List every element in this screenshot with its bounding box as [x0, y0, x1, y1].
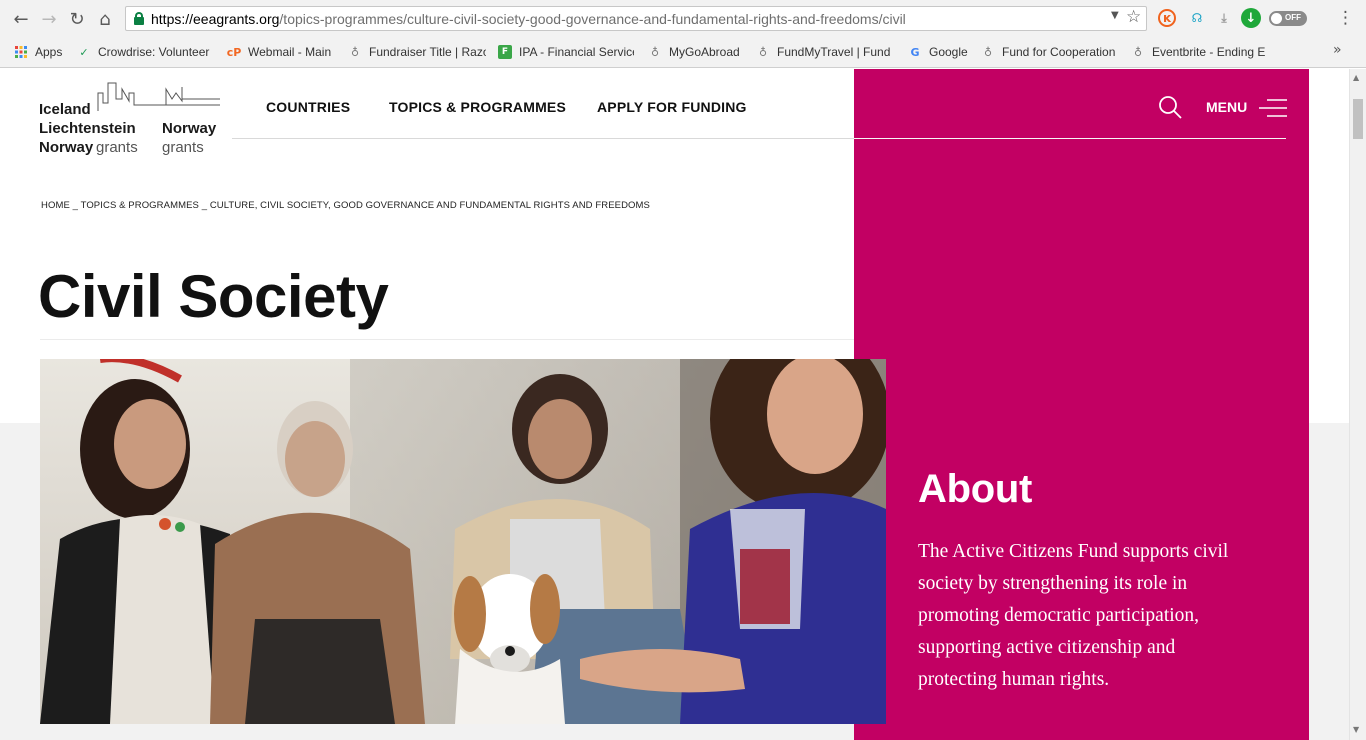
back-arrow-icon[interactable]: ←	[10, 8, 32, 30]
breadcrumb[interactable]: HOME _ TOPICS & PROGRAMMES _ CULTURE, CI…	[41, 200, 650, 211]
nav-divider-light	[854, 138, 1286, 139]
title-divider	[40, 339, 854, 340]
hero-photo-people-with-dog	[40, 359, 886, 724]
bookmark-label: Fund for Cooperation	[1002, 45, 1116, 59]
bookmark-label: FundMyTravel | Fund	[777, 45, 891, 59]
url-path: /topics-programmes/culture-civil-society…	[279, 11, 906, 27]
bookmark-apps[interactable]: Apps	[14, 44, 74, 60]
bookmark-fundmytravel[interactable]: ♁ FundMyTravel | Fund	[756, 44, 894, 60]
bookmark-label: Fundraiser Title | Razoo	[369, 45, 486, 59]
bookmark-globe-icon: ♁	[1133, 45, 1143, 59]
bookmark-globe-icon: ♁	[983, 45, 993, 59]
secure-lock-icon	[134, 12, 144, 25]
page-scrollbar[interactable]: ▲ ▼	[1349, 69, 1366, 740]
bookmark-mygoabroad[interactable]: ♁ MyGoAbroad	[648, 44, 748, 60]
web-page: Iceland Liechtenstein Norway grants Norw…	[0, 69, 1349, 740]
scroll-up-arrow-icon[interactable]: ▲	[1353, 73, 1359, 82]
url-host: https://eeagrants.org	[151, 11, 280, 27]
green-download-icon[interactable]: ↓	[1241, 8, 1261, 28]
logo-norway-right: Norway	[162, 120, 217, 137]
forward-arrow-icon[interactable]: →	[38, 8, 60, 30]
bookmark-star-icon[interactable]: ☆	[1126, 7, 1141, 27]
nav-apply-for-funding[interactable]: APPLY FOR FUNDING	[597, 99, 747, 115]
apps-grid-icon	[14, 45, 28, 59]
bookmark-label: Crowdrise: Volunteer	[98, 45, 210, 59]
bookmark-label: MyGoAbroad	[669, 45, 740, 59]
scrollbar-thumb[interactable]	[1353, 99, 1363, 139]
bookmark-label: Google	[929, 45, 968, 59]
bookmark-label: Eventbrite - Ending E	[1152, 45, 1266, 59]
bookmark-globe-icon: ♁	[650, 45, 660, 59]
reload-icon[interactable]: ↻	[66, 8, 88, 30]
home-icon[interactable]: ⌂	[94, 8, 116, 30]
bookmark-webmail[interactable]: cP Webmail - Main	[227, 44, 339, 60]
bookmark-label: Webmail - Main	[248, 45, 332, 59]
page-title: Civil Society	[38, 263, 389, 330]
google-icon: G	[910, 45, 920, 59]
skyline-logo-icon	[97, 82, 220, 111]
omnibox-dropdown-icon[interactable]: ▼	[1111, 10, 1119, 21]
nav-topics-programmes[interactable]: TOPICS & PROGRAMMES	[389, 99, 566, 115]
bookmark-globe-icon: ♁	[758, 45, 768, 59]
bookmark-label: IPA - Financial Services	[519, 45, 634, 59]
bookmarks-bar: Apps ✓ Crowdrise: Volunteer cP Webmail -…	[0, 37, 1366, 68]
download-icon[interactable]: ⤓	[1214, 8, 1234, 28]
site-logo[interactable]: Iceland Liechtenstein Norway grants Norw…	[38, 79, 223, 159]
about-heading: About	[918, 467, 1033, 511]
address-bar[interactable]: https://eeagrants.org/topics-programmes/…	[125, 6, 1147, 31]
bookmark-ipa[interactable]: F IPA - Financial Services	[498, 44, 634, 60]
bookmark-fund-cooperation[interactable]: ♁ Fund for Cooperation	[981, 44, 1119, 60]
nav-countries[interactable]: COUNTRIES	[266, 99, 350, 115]
logo-grants: grants	[96, 139, 138, 156]
scroll-down-arrow-icon[interactable]: ▼	[1353, 725, 1359, 734]
hamburger-menu-icon[interactable]	[1259, 98, 1287, 118]
browser-menu-icon[interactable]: ⋮	[1337, 8, 1354, 28]
extension-orange-icon[interactable]: ĸ	[1158, 9, 1176, 27]
logo-iceland: Iceland	[39, 101, 91, 118]
extension-toggle[interactable]: OFF	[1269, 11, 1307, 26]
bookmark-crowdrise[interactable]: ✓ Crowdrise: Volunteer	[77, 44, 213, 60]
bookmark-google[interactable]: G Google	[908, 44, 972, 60]
search-icon[interactable]	[1158, 95, 1182, 119]
logo-liechtenstein: Liechtenstein	[39, 120, 136, 137]
bookmark-globe-icon: ♁	[350, 45, 360, 59]
webmail-icon: cP	[227, 45, 242, 59]
bookmark-razoo[interactable]: ♁ Fundraiser Title | Razoo	[348, 44, 486, 60]
crowdrise-icon: ✓	[79, 45, 89, 59]
bookmark-eventbrite[interactable]: ♁ Eventbrite - Ending E	[1131, 44, 1269, 60]
ipa-icon: F	[498, 45, 512, 59]
logo-grants-right: grants	[162, 139, 204, 156]
menu-button[interactable]: MENU	[1206, 99, 1247, 115]
logo-norway: Norway	[39, 139, 94, 156]
headphones-icon[interactable]: ☊	[1187, 8, 1207, 28]
bookmark-label: Apps	[35, 45, 63, 59]
about-body-text: The Active Citizens Fund supports civil …	[918, 541, 1229, 690]
bookmarks-overflow-chevron-icon[interactable]: »	[1333, 42, 1342, 58]
url-text[interactable]: https://eeagrants.org/topics-programmes/…	[151, 11, 906, 27]
browser-toolbar: ← → ↻ ⌂ https://eeagrants.org/topics-pro…	[0, 0, 1366, 37]
toggle-label: OFF	[1285, 13, 1301, 22]
